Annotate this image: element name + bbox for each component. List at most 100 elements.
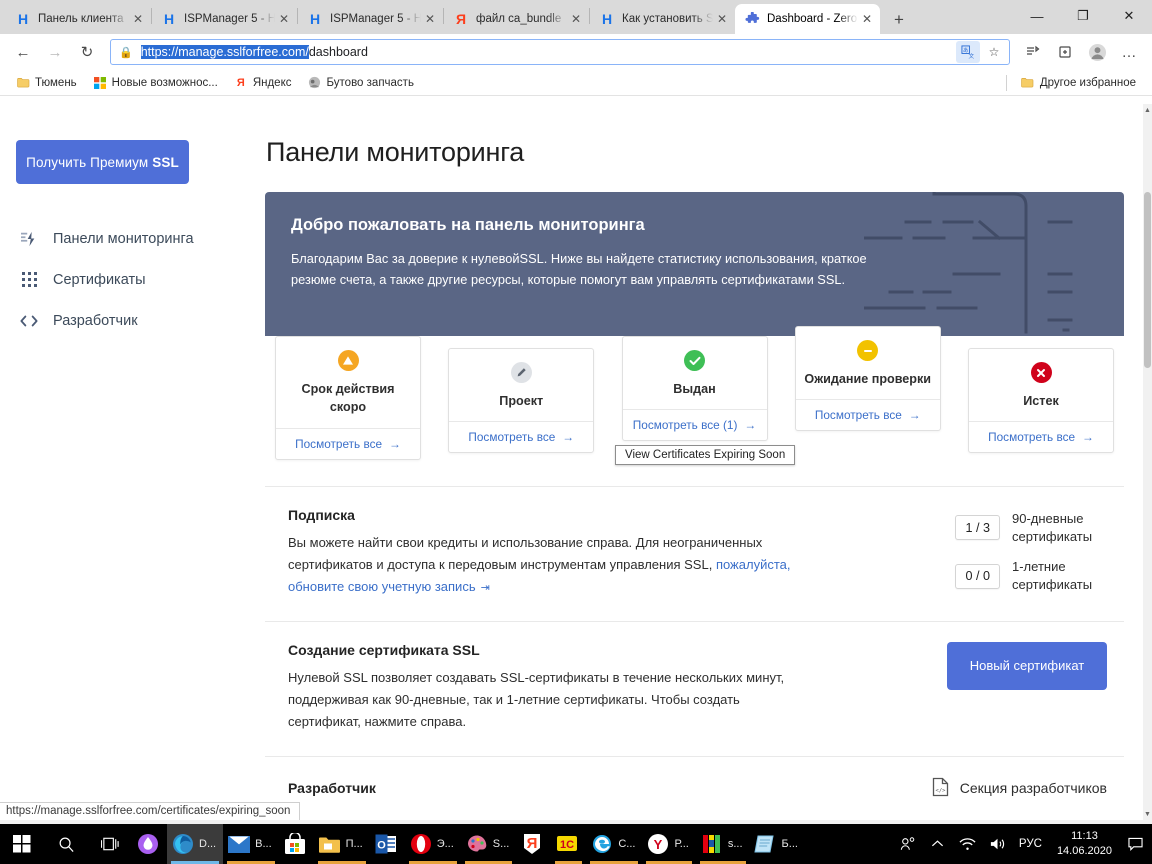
tab-close-icon[interactable]: ✕ [858,10,876,28]
status-card-link[interactable]: Посмотреть все → [449,421,594,452]
welcome-banner: Добро пожаловать на панель мониторинга Б… [265,192,1124,336]
browser-tab[interactable]: H Панель клиента ✕ [6,4,151,34]
taskbar-item-opera[interactable]: Э... [405,824,461,864]
bookmark-item[interactable]: Бутово запчасть [302,74,420,92]
address-bar[interactable]: 🔒 https://manage.sslforfree.com/dashboar… [110,39,1010,65]
site-icon [308,76,322,90]
status-card-issued[interactable]: Выдан Посмотреть все (1) → [621,336,768,442]
status-card-pending-validation[interactable]: Ожидание проверки Посмотреть все → [794,326,941,432]
bookmark-item[interactable]: Тюмень [10,74,83,92]
bookmark-item[interactable]: Новые возможнос... [87,74,224,92]
window-restore-button[interactable]: ❐ [1060,0,1106,32]
taskbar-item-yandex-browser[interactable]: Y Р... [642,824,695,864]
microsoft-icon [93,76,107,90]
status-card-body: Проект [449,349,593,421]
language-indicator[interactable]: РУС [1014,838,1047,850]
taskbar-item-outlook[interactable]: O [370,824,405,864]
bookmark-label: Яндекс [252,76,292,89]
taskbar-item-label: С... [618,838,636,850]
tab-title: Панель клиента [38,13,124,25]
collections-icon[interactable] [1018,37,1048,67]
translate-icon[interactable]: あ文 [956,41,980,63]
tab-title: файл ca_bundle [476,13,562,25]
star-icon[interactable]: ☆ [982,41,1006,63]
taskbar-clock[interactable]: 11:13 14.06.2020 [1049,829,1120,859]
developer-section-link[interactable]: Секция разработчиков [960,780,1107,796]
status-card-link[interactable]: Посмотреть все → [969,421,1113,452]
browser-tab[interactable]: H ISPManager 5 - Н ✕ [298,4,443,34]
developer-link-container[interactable]: </> Секция разработчиков [932,777,1107,800]
taskbar-item-drop[interactable] [132,824,167,864]
sidebar-item-label: Панели мониторинга [53,230,194,247]
show-hidden-icons-icon[interactable] [924,824,952,864]
bookmark-other-folder[interactable]: Другое избранное [1015,74,1142,92]
scroll-up-arrow-icon[interactable]: ▲ [1143,104,1152,116]
taskbar-item-store[interactable] [279,824,314,864]
back-button[interactable]: ← [8,37,38,67]
windows-start-icon[interactable] [0,824,44,864]
window-close-button[interactable]: ✕ [1106,0,1152,32]
bookmark-item[interactable]: Я Яндекс [228,74,298,92]
status-card-link[interactable]: Посмотреть все → [795,399,940,430]
profile-icon[interactable] [1082,37,1112,67]
get-premium-ssl-button[interactable]: Получить Премиум SSL [16,140,189,184]
taskbar-item-explorer[interactable]: П... [314,824,370,864]
credit-label: 90-дневные сертификаты [1012,510,1093,544]
status-card-body: Выдан [623,337,767,409]
window-minimize-button[interactable]: — [1014,0,1060,32]
taskbar-item-notepad[interactable]: Б... [750,824,805,864]
status-card-link[interactable]: Посмотреть все (1) → [622,409,767,440]
taskbar-item-mail[interactable]: В... [223,824,279,864]
status-card-expiring-soon[interactable]: Срок действия скоро Посмотреть все → [275,336,421,460]
search-icon[interactable] [44,824,88,864]
sidebar-item-certificates[interactable]: Сертификаты [16,259,265,300]
taskbar-item-1c[interactable]: 1C [551,824,586,864]
browser-tab[interactable]: H ISPManager 5 - Н ✕ [152,4,297,34]
reload-button[interactable]: ↻ [72,37,102,67]
status-card-link[interactable]: Посмотреть все → [276,427,420,459]
tab-close-icon[interactable]: ✕ [421,10,439,28]
developer-section: Разработчик </> Секция разработчиков [265,757,1124,820]
people-icon[interactable] [894,824,922,864]
taskbar-item-paint[interactable]: S... [461,824,517,864]
browser-tab[interactable]: H Как установить S ✕ [590,4,735,34]
new-certificate-button[interactable]: Новый сертификат [947,641,1107,690]
subscription-heading: Подписка [288,506,355,523]
svg-text:文: 文 [968,52,974,60]
banner-decoration [864,192,1073,334]
notifications-icon[interactable] [1122,824,1148,864]
browser-tab[interactable]: Я файл ca_bundle ✕ [444,4,589,34]
wifi-icon[interactable] [954,824,982,864]
taskbar-item-label: В... [255,838,272,850]
tab-close-icon[interactable]: ✕ [129,10,147,28]
browser-tab-active[interactable]: Dashboard - Zero ✕ [735,4,880,34]
settings-and-more-button[interactable]: … [1114,37,1144,67]
scrollbar-thumb[interactable] [1144,192,1151,368]
tab-close-icon[interactable]: ✕ [713,10,731,28]
svg-text:Я: Я [527,835,538,852]
task-view-icon[interactable] [88,824,132,864]
scroll-down-arrow-icon[interactable]: ▼ [1143,808,1152,820]
address-selected-text: https://manage.sslforfree.com/ [140,45,309,59]
favorites-hub-icon[interactable] [1050,37,1080,67]
developer-heading: Разработчик [288,780,376,797]
tab-close-icon[interactable]: ✕ [567,10,585,28]
taskbar-item-winrar[interactable]: s... [696,824,750,864]
tab-close-icon[interactable]: ✕ [275,10,293,28]
taskbar-item-yandex[interactable]: Я [516,824,551,864]
taskbar-item-edge[interactable]: D... [167,824,224,864]
page-scrollbar[interactable]: ▲ ▼ [1143,104,1152,820]
page-root: Получить Премиум SSL Панели мониторинга С… [0,104,1143,820]
winrar-icon [700,832,724,856]
volume-icon[interactable] [984,824,1012,864]
sidebar-item-dashboards[interactable]: Панели мониторинга [16,218,265,259]
tab-title: Как установить S [622,13,713,25]
bookmark-other-label: Другое избранное [1039,76,1136,89]
status-card-expired[interactable]: Истек Посмотреть все → [968,348,1114,454]
taskbar-item-label: Б... [781,838,798,850]
sidebar-item-developer[interactable]: Разработчик [16,300,265,341]
forward-button[interactable]: → [40,37,70,67]
new-tab-button[interactable]: + [884,6,914,34]
taskbar-item-ie[interactable]: С... [586,824,642,864]
status-card-draft[interactable]: Проект Посмотреть все → [448,348,595,454]
